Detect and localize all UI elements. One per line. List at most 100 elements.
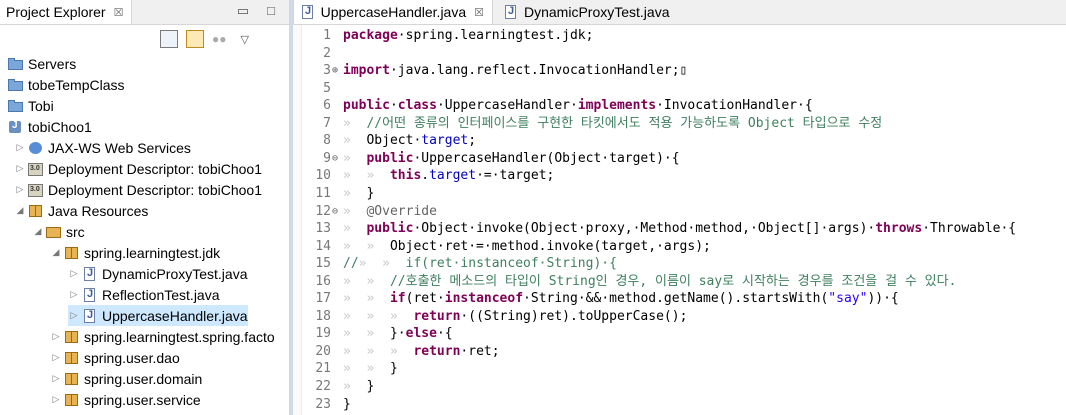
package-icon [64,393,80,407]
code-line: 18 » » » return·((String)ret).toUpperCase… [293,308,1066,326]
tree-item[interactable]: ◢ spring.learningtest.jdk [50,242,221,263]
folder-icon [8,57,24,71]
tree-item[interactable]: ▷ spring.user.dao [50,347,180,368]
code-token: » [343,185,367,201]
code-token: » » [343,291,390,307]
line-number: 13 [315,221,331,237]
collapse-arrow-icon[interactable]: ▷ [50,373,62,384]
code-token: throws [875,221,923,237]
collapse-arrow-icon[interactable]: ▷ [50,394,62,405]
code-line: 6 public·class·UppercaseHandler·implement… [293,97,1066,115]
expand-arrow-icon[interactable]: ◢ [14,205,26,216]
line-number: 20 [315,343,331,359]
tab-project-explorer[interactable]: Project Explorer ☒ [0,0,133,24]
tree-item[interactable]: tobiChoo1 [8,116,92,137]
code-text: » } [343,378,374,396]
maximize-icon[interactable]: □ [267,3,275,19]
code-text: //» » if(ret·instanceof·String)·{ [343,255,617,273]
collapse-all-icon[interactable] [160,30,178,48]
code-token: //호출한 메소드의 타입이 String인 경우, 이름이 say로 시작하는… [389,273,957,289]
code-line: 22 » } [293,378,1066,396]
code-text: » » » return·ret; [343,343,500,361]
collapse-arrow-icon[interactable]: ▷ [14,184,26,195]
code-token: » [343,379,367,394]
code-token: ·InvocationHandler·{ [656,98,813,114]
tree-item[interactable]: ◢ Java Resources [14,200,149,221]
tree-item-label: spring.user.dao [84,349,180,366]
code-token: ·{ [436,326,453,342]
line-number: 14 [315,238,331,254]
tree-item[interactable]: ▷ spring.user.domain [50,368,203,389]
code-line: 17 » » if(ret·instanceof·String·&&·method… [293,290,1066,308]
code-token: ·UppercaseHandler· [436,98,578,114]
collapse-fold-icon[interactable]: ⊖ [332,150,342,168]
collapse-arrow-icon[interactable]: ▷ [50,331,62,342]
tree-item[interactable]: ▷ DynamicProxyTest.java [68,263,248,284]
line-number: 2 [323,45,331,61]
tree-item[interactable]: ▷ spring.learningtest.spring.facto [50,326,275,347]
java-resources-icon [28,204,44,218]
code-token: ·((String)ret).toUpperCase(); [460,308,688,324]
code-token: » » » [343,308,414,324]
view-menu-icon[interactable]: ▽ [241,33,249,46]
code-token: Object· [366,133,422,149]
expand-arrow-icon[interactable]: ◢ [50,247,62,258]
code-token: ; [468,133,477,149]
code-token: ·java.lang.reflect.InvocationHandler;▯ [389,63,688,79]
code-text: » public·UppercaseHandler(Object·target)… [343,150,680,168]
tree-item[interactable]: tobeTempClass [8,74,125,95]
line-number: 6 [323,98,331,114]
code-text: » public·Object·invoke(Object·proxy,·Met… [343,220,1016,238]
code-line: 12 ⊖» @Override [293,203,1066,221]
code-token: » [343,150,367,166]
close-icon[interactable]: ☒ [114,6,124,19]
tree-item-label: spring.user.service [84,391,201,408]
package-icon [64,330,80,344]
tree-item[interactable]: Tobi [8,95,54,116]
code-line: 14 » » Object·ret·=·method.invoke(target,… [293,238,1066,256]
tree-item[interactable]: Servers [8,53,76,74]
collapse-arrow-icon[interactable]: ▷ [14,142,26,153]
line-number: 17 [315,291,331,307]
minimize-icon[interactable]: ▭ [237,3,249,19]
expand-fold-icon[interactable]: ⊕ [332,62,342,80]
code-token: (ret· [405,291,445,307]
code-token: if(ret·instanceof·String)·{ [405,256,617,272]
code-line: 23} [293,396,1066,414]
code-token: public [366,150,414,166]
code-token: » » [343,361,390,377]
code-line: 7 » //어떤 종류의 인터페이스를 구현한 타킷에서도 적용 가능하도록 Ob… [293,115,1066,133]
collapse-arrow-icon[interactable]: ▷ [68,268,80,279]
collapse-arrow-icon[interactable]: ▷ [68,289,80,300]
tree-item[interactable]: ▷ Deployment Descriptor: tobiChoo1 [14,179,262,200]
tab-dynamicproxytest[interactable]: DynamicProxyTest.java [497,0,678,24]
expand-arrow-icon[interactable]: ◢ [32,226,44,237]
close-icon[interactable]: ☒ [474,6,484,19]
tree-item[interactable]: ▷ UppercaseHandler.java [68,305,248,326]
link-with-editor-icon[interactable] [186,30,204,48]
tab-label: DynamicProxyTest.java [524,4,670,20]
focus-icon[interactable]: ●● [212,32,227,46]
code-token: public [343,98,390,114]
tree-item[interactable]: ▷ ReflectionTest.java [68,284,220,305]
collapse-arrow-icon[interactable]: ▷ [50,352,62,363]
tree-item-label: Tobi [28,97,54,114]
collapse-fold-icon[interactable]: ⊖ [332,203,342,221]
web-services-icon [28,141,44,155]
collapse-arrow-icon[interactable]: ▷ [68,310,80,321]
code-line: 20 » » » return·ret; [293,343,1066,361]
tree-item[interactable]: ▷ JAX-WS Web Services [14,137,191,158]
tab-uppercasehandler[interactable]: UppercaseHandler.java ☒ [293,0,493,24]
line-number: 5 [323,80,331,96]
code-token: // [343,256,359,272]
tree-item[interactable]: ▷ spring.user.service [50,389,201,410]
deployment-descriptor-icon [28,162,44,176]
code-token: return [413,343,461,359]
code-token: » [343,203,367,219]
tree-item[interactable]: ◢ src [32,221,85,242]
collapse-arrow-icon[interactable]: ▷ [14,163,26,174]
code-text: » Object·target; [343,132,476,150]
code-line: 16 » » //호출한 메소드의 타입이 String인 경우, 이름이 say… [293,273,1066,291]
tree-item[interactable]: ▷ Deployment Descriptor: tobiChoo1 [14,158,262,179]
code-token: ·Object·invoke(Object·proxy,·Method·meth… [413,221,876,237]
